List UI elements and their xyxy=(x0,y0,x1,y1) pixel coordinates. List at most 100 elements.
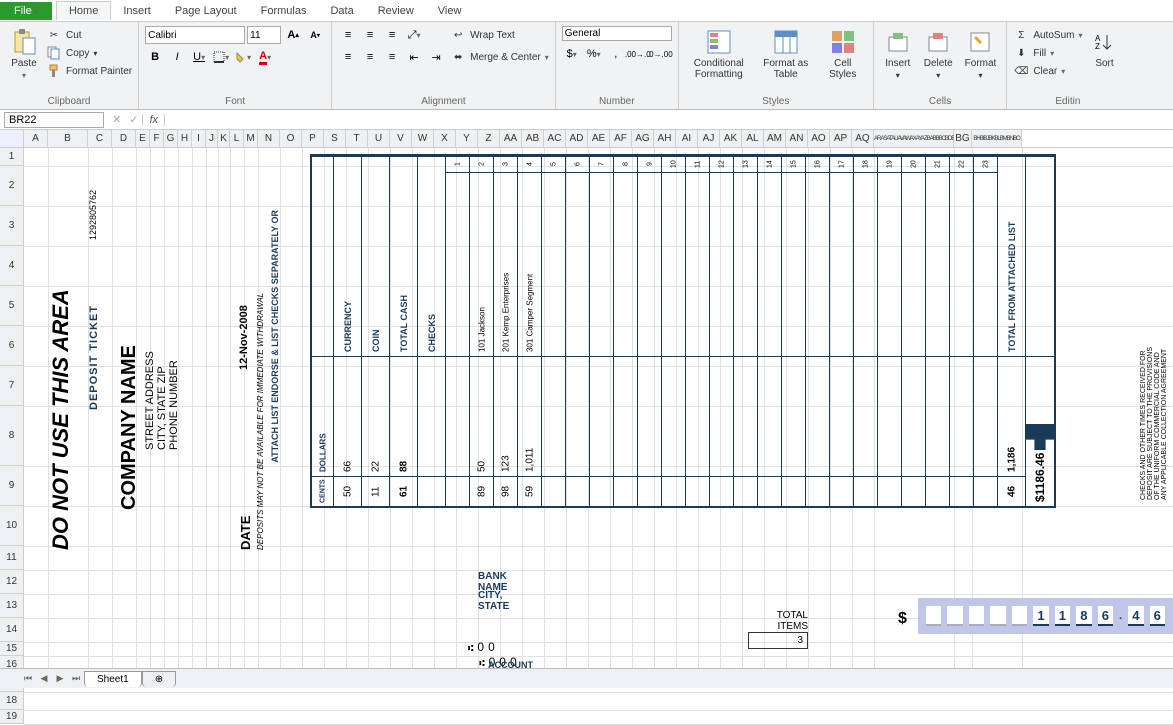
fx-icon[interactable]: fx xyxy=(142,114,165,126)
align-top-button[interactable]: ≡ xyxy=(338,26,358,44)
col-header[interactable]: D xyxy=(112,130,136,147)
cell-styles-button[interactable]: Cell Styles xyxy=(819,26,867,82)
grow-font-button[interactable]: A▴ xyxy=(283,26,303,44)
tab-review[interactable]: Review xyxy=(366,2,426,20)
col-header[interactable]: ARASATAUAVAWAXAYAZBABBBCBDBEBF xyxy=(874,130,954,147)
col-header[interactable]: F xyxy=(150,130,164,147)
row-header[interactable]: 6 xyxy=(0,326,24,366)
indent-decrease-button[interactable]: ⇤ xyxy=(404,48,424,66)
col-header[interactable]: Z xyxy=(478,130,500,147)
row-header[interactable]: 2 xyxy=(0,166,24,206)
row-header[interactable]: 5 xyxy=(0,286,24,326)
decrease-decimal-button[interactable]: .0→.00 xyxy=(650,45,670,63)
cut-button[interactable]: ✂Cut xyxy=(46,26,132,44)
col-header[interactable]: AB xyxy=(522,130,544,147)
col-header[interactable]: AL xyxy=(742,130,764,147)
tab-home[interactable]: Home xyxy=(56,1,111,20)
autosum-button[interactable]: ΣAutoSum xyxy=(1013,26,1082,44)
align-left-button[interactable]: ≡ xyxy=(338,48,358,66)
fill-color-button[interactable] xyxy=(233,48,253,66)
tab-insert[interactable]: Insert xyxy=(111,2,163,20)
col-header[interactable]: AM xyxy=(764,130,786,147)
col-header[interactable]: BG xyxy=(954,130,972,147)
col-header[interactable]: W xyxy=(412,130,434,147)
sheet-tab-1[interactable]: Sheet1 xyxy=(84,671,142,687)
col-header[interactable]: B xyxy=(48,130,88,147)
col-header[interactable]: Y xyxy=(456,130,478,147)
copy-button[interactable]: Copy▾ xyxy=(46,44,132,62)
font-color-button[interactable]: A xyxy=(255,48,275,66)
bold-button[interactable]: B xyxy=(145,48,165,66)
border-button[interactable] xyxy=(211,48,231,66)
fx-cancel[interactable]: ✕ xyxy=(108,113,125,126)
name-box[interactable] xyxy=(4,112,104,128)
number-format-select[interactable] xyxy=(562,26,672,41)
col-header[interactable]: AK xyxy=(720,130,742,147)
align-middle-button[interactable]: ≡ xyxy=(360,26,380,44)
underline-button[interactable]: U xyxy=(189,48,209,66)
insert-button[interactable]: Insert▾ xyxy=(880,26,916,82)
merge-center-button[interactable]: ⬌Merge & Center xyxy=(450,48,549,66)
format-painter-button[interactable]: Format Painter xyxy=(46,62,132,80)
select-all-corner[interactable] xyxy=(0,130,24,147)
col-header[interactable]: AE xyxy=(588,130,610,147)
col-header[interactable]: C xyxy=(88,130,112,147)
col-header[interactable]: AD xyxy=(566,130,588,147)
col-header[interactable]: AP xyxy=(830,130,852,147)
col-header[interactable]: P xyxy=(302,130,324,147)
clear-button[interactable]: ⌫Clear xyxy=(1013,62,1082,80)
col-header[interactable]: E xyxy=(136,130,150,147)
col-header[interactable]: AQ xyxy=(852,130,874,147)
col-header[interactable]: S xyxy=(324,130,346,147)
col-header[interactable]: X xyxy=(434,130,456,147)
row-header[interactable]: 12 xyxy=(0,570,24,594)
comma-button[interactable]: , xyxy=(606,45,626,63)
formula-bar[interactable] xyxy=(165,119,1173,121)
align-right-button[interactable]: ≡ xyxy=(382,48,402,66)
fill-button[interactable]: ⬇Fill xyxy=(1013,44,1082,62)
indent-increase-button[interactable]: ⇥ xyxy=(426,48,446,66)
col-header[interactable]: H xyxy=(178,130,192,147)
sort-filter-button[interactable]: AZSort xyxy=(1086,26,1122,71)
row-header[interactable]: 1 xyxy=(0,148,24,166)
orientation-button[interactable]: ⤢ xyxy=(404,26,424,44)
conditional-formatting-button[interactable]: Conditional Formatting xyxy=(685,26,753,82)
col-header[interactable]: A xyxy=(24,130,48,147)
col-header[interactable]: AA xyxy=(500,130,522,147)
col-header[interactable]: T xyxy=(346,130,368,147)
fx-confirm[interactable]: ✓ xyxy=(125,113,142,126)
col-header[interactable]: I xyxy=(192,130,206,147)
format-button[interactable]: Format▾ xyxy=(961,26,1001,82)
row-header[interactable]: 3 xyxy=(0,206,24,246)
row-header[interactable]: 9 xyxy=(0,466,24,506)
col-header[interactable]: BHBIBJBKBLBMBNBO xyxy=(972,130,1022,147)
col-header[interactable]: O xyxy=(280,130,302,147)
row-header[interactable]: 8 xyxy=(0,406,24,466)
row-header[interactable]: 7 xyxy=(0,366,24,406)
percent-button[interactable]: % xyxy=(584,45,604,63)
col-header[interactable]: AF xyxy=(610,130,632,147)
col-header[interactable]: AJ xyxy=(698,130,720,147)
align-center-button[interactable]: ≡ xyxy=(360,48,380,66)
row-header[interactable]: 10 xyxy=(0,506,24,546)
row-header[interactable]: 4 xyxy=(0,246,24,286)
col-header[interactable]: J xyxy=(206,130,218,147)
tab-nav-first[interactable]: ⏮ xyxy=(20,673,36,684)
row-header[interactable]: 11 xyxy=(0,546,24,570)
col-header[interactable]: AO xyxy=(808,130,830,147)
shrink-font-button[interactable]: A▾ xyxy=(305,26,325,44)
tab-nav-next[interactable]: ▶ xyxy=(52,673,68,684)
row-header[interactable]: 15 xyxy=(0,642,24,656)
tab-formulas[interactable]: Formulas xyxy=(249,2,319,20)
italic-button[interactable]: I xyxy=(167,48,187,66)
paste-button[interactable]: Paste ▾ xyxy=(6,26,42,82)
tab-nav-prev[interactable]: ◀ xyxy=(36,673,52,684)
row-header[interactable]: 14 xyxy=(0,618,24,642)
new-sheet-button[interactable]: ⊕ xyxy=(142,671,176,687)
col-header[interactable]: U xyxy=(368,130,390,147)
row-header[interactable]: 19 xyxy=(0,710,24,724)
currency-button[interactable]: $ xyxy=(562,45,582,63)
increase-decimal-button[interactable]: .00→.0 xyxy=(628,45,648,63)
col-header[interactable]: AC xyxy=(544,130,566,147)
col-header[interactable]: M xyxy=(244,130,258,147)
